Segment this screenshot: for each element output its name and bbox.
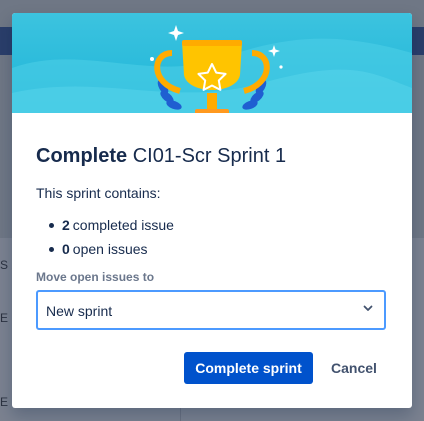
background-row-text: E: [0, 395, 9, 409]
completed-issue-count: 2: [62, 217, 70, 233]
complete-sprint-dialog: Complete CI01-Scr Sprint 1 This sprint c…: [12, 13, 412, 408]
trophy-illustration: [12, 25, 412, 113]
dialog-title-action: Complete: [36, 145, 128, 167]
open-issue-count: 0: [62, 241, 70, 257]
dialog-title: Complete CI01-Scr Sprint 1: [36, 144, 286, 168]
list-item: 2 completed issue: [49, 217, 174, 241]
complete-sprint-button[interactable]: Complete sprint: [184, 352, 313, 384]
sprint-summary-intro: This sprint contains:: [36, 185, 161, 201]
move-issues-value: New sprint: [46, 303, 113, 319]
completed-issue-label: completed issue: [72, 217, 174, 233]
celebration-header: [12, 13, 412, 113]
move-issues-label: Move open issues to: [36, 270, 155, 284]
move-issues-select[interactable]: New sprint: [36, 290, 386, 330]
list-item: 0 open issues: [49, 241, 174, 265]
chevron-down-icon: [363, 305, 373, 311]
open-issue-label: open issues: [72, 241, 148, 257]
issue-summary-list: 2 completed issue 0 open issues: [49, 217, 174, 265]
cancel-button[interactable]: Cancel: [325, 352, 383, 384]
dialog-title-sprint: CI01-Scr Sprint 1: [132, 145, 287, 167]
background-row-text: E: [0, 311, 9, 325]
